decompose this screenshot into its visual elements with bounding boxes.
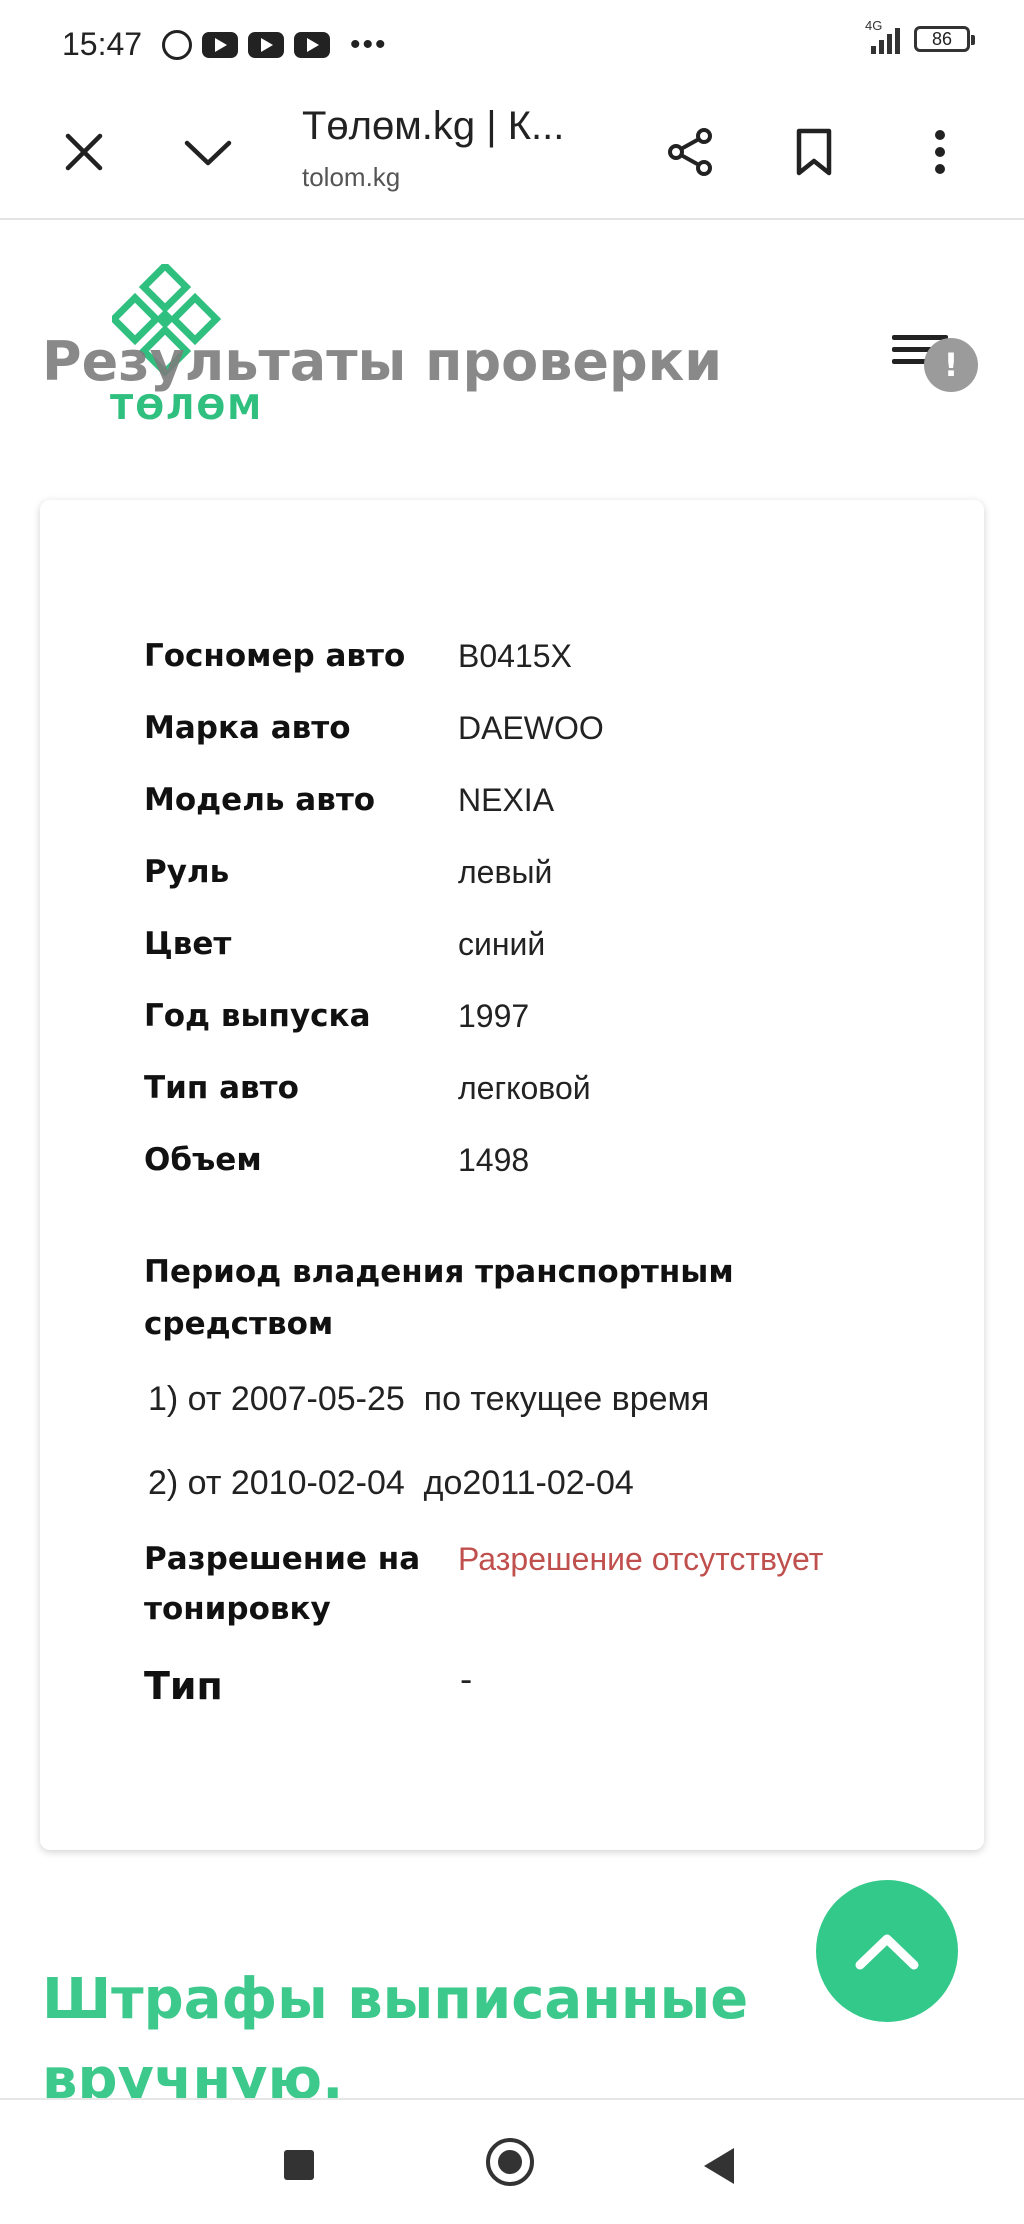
result-row: Руль левый xyxy=(144,854,924,891)
row-label: Модель авто xyxy=(144,782,376,818)
system-icons: 4G 86 xyxy=(865,18,975,54)
row-value: 1997 xyxy=(458,998,530,1034)
youtube-icon xyxy=(248,32,284,58)
row-label: Руль xyxy=(144,854,230,890)
notification-icons: ••• xyxy=(162,28,388,62)
result-row: Объем 1498 xyxy=(144,1142,924,1179)
site-header: ТӨЛӨМ Результаты проверки ! xyxy=(0,220,1024,460)
chevron-down-icon xyxy=(184,140,232,166)
tint-permit-label: Разрешение на тонировку xyxy=(144,1541,421,1627)
page-tab-title: Төлөм.kg | К... xyxy=(302,104,565,148)
alert-badge[interactable]: ! xyxy=(924,338,978,392)
youtube-icon xyxy=(294,32,330,58)
close-button[interactable] xyxy=(48,116,120,188)
back-button[interactable] xyxy=(704,2148,734,2184)
row-label: Объем xyxy=(144,1142,262,1178)
recents-button[interactable] xyxy=(284,2150,314,2180)
result-row: Модель авто NEXIA xyxy=(144,782,924,819)
status-bar: 15:47 ••• 4G 86 xyxy=(0,0,1024,88)
row-value: легковой xyxy=(458,1070,591,1106)
row-value: B0415X xyxy=(458,638,572,674)
battery-icon: 86 xyxy=(914,26,975,52)
more-vert-icon xyxy=(935,130,945,174)
tint-permit-value: Разрешение отсутствует xyxy=(458,1541,824,1577)
youtube-icon xyxy=(202,32,238,58)
status-time: 15:47 xyxy=(62,26,143,62)
ownership-period-item: 1) от 2007-05-25 по текущее время xyxy=(148,1380,710,1418)
home-button[interactable] xyxy=(486,2138,534,2186)
logo-text: ТӨЛӨМ xyxy=(110,388,264,428)
network-type: 4G xyxy=(865,18,883,33)
row-value: 1498 xyxy=(458,1142,530,1178)
close-icon xyxy=(65,133,103,171)
more-notifications-icon: ••• xyxy=(350,28,388,61)
row-value: DAEWOO xyxy=(458,710,604,746)
result-row: Цвет синий xyxy=(144,926,924,963)
share-icon xyxy=(668,128,712,176)
page-url: tolom.kg xyxy=(302,162,401,192)
more-options-button[interactable] xyxy=(904,116,976,188)
scroll-to-top-button[interactable] xyxy=(816,1880,958,2022)
chevron-up-icon xyxy=(855,1934,919,1970)
result-card: Госномер авто B0415X Марка авто DAEWOO М… xyxy=(40,500,984,1850)
row-label: Госномер авто xyxy=(144,638,406,674)
bookmark-button[interactable] xyxy=(778,116,850,188)
type-value: - xyxy=(460,1660,473,1700)
row-value: NEXIA xyxy=(458,782,555,818)
result-row: Тип авто легковой xyxy=(144,1070,924,1107)
result-row: Марка авто DAEWOO xyxy=(144,710,924,747)
page-title: Результаты проверки xyxy=(42,330,723,393)
share-button[interactable] xyxy=(654,116,726,188)
row-value: синий xyxy=(458,926,546,962)
row-label: Цвет xyxy=(144,926,232,962)
result-row: Год выпуска 1997 xyxy=(144,998,924,1035)
result-row: Госномер авто B0415X xyxy=(144,638,924,675)
row-value: левый xyxy=(458,854,553,890)
ownership-period-item: 2) от 2010-02-04 до2011-02-04 xyxy=(148,1464,634,1502)
type-label: Тип xyxy=(144,1664,223,1708)
row-label: Тип авто xyxy=(144,1070,299,1106)
fines-section-title: Штрафы выписанные вручную. xyxy=(42,1967,749,2112)
ownership-period-title: Период владения транспортным средством xyxy=(144,1254,734,1342)
browser-toolbar: Төлөм.kg | К... tolom.kg xyxy=(0,88,1024,220)
bookmark-icon xyxy=(796,128,832,176)
row-label: Марка авто xyxy=(144,710,351,746)
row-label: Год выпуска xyxy=(144,998,371,1034)
system-navigation-bar xyxy=(0,2098,1024,2224)
alarm-icon xyxy=(162,30,192,60)
signal-icon: 4G xyxy=(865,18,900,54)
collapse-button[interactable] xyxy=(172,116,244,188)
